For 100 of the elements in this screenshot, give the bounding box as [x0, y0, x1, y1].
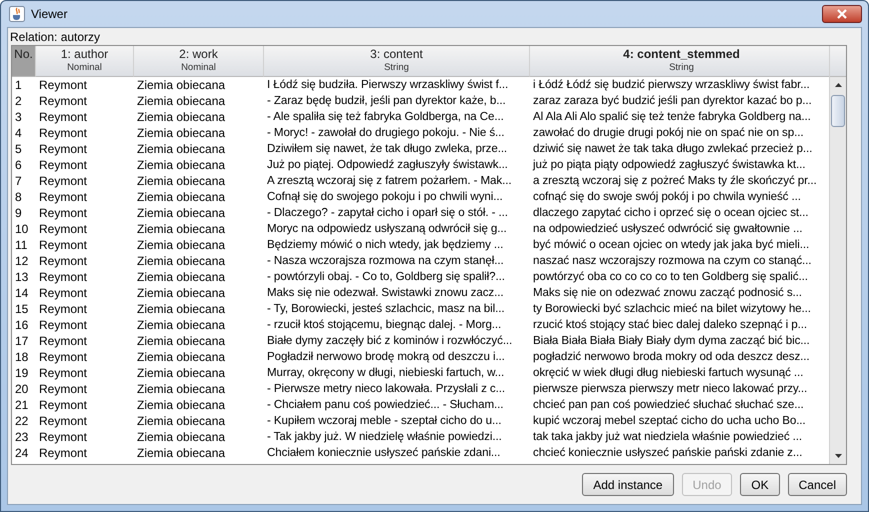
table-cell-text: Reymont: [38, 125, 88, 141]
table-cell-text: Ziemia obiecana: [136, 77, 226, 93]
row-number: 24: [14, 445, 30, 461]
row-number: 2: [14, 93, 23, 109]
table-cell-text: Reymont: [38, 221, 88, 237]
row-number: 21: [14, 397, 30, 413]
down-arrow-icon[interactable]: [834, 454, 842, 458]
row-number: 5: [14, 141, 23, 157]
table-cell-text: - rzucił ktoś stojącemu, biegnąc dalej. - Morg...: [266, 317, 502, 333]
table-cell-text: - Pierwsze metry nieco lakowała. Przysłali z c...: [266, 381, 506, 397]
table-cell-text: Reymont: [38, 93, 88, 109]
table-cell-text: Reymont: [38, 253, 88, 269]
window-title: Viewer: [31, 7, 68, 21]
table-cell-text: Biała Biała Biała Biały Biały dym dyma zacząć bić bic...: [532, 333, 811, 349]
table-cell-text: Ziemia obiecana: [136, 333, 226, 349]
table-cell-text: zaraz zaraza być budzić jeśli pan dyrektor kazać bo p...: [532, 93, 813, 109]
column-header[interactable]: 2: work Nominal: [134, 46, 264, 77]
table-cell-text: Pogładził nerwowo brodę mokrą od deszczu i...: [266, 349, 506, 365]
table-cell-text: na odpowiedzieć usłyszeć odwrócić się gwałtownie ...: [532, 221, 804, 237]
table-cell-text: tak taka jakby już wat niedziela właśnie powiedzieć ...: [532, 429, 804, 445]
table-cell-text: Będziemy mówić o nich wtedy, jak będziemy ...: [266, 237, 504, 253]
table-cell-text: Ziemia obiecana: [136, 253, 226, 269]
table-cell-text: Ziemia obiecana: [136, 445, 226, 461]
table-cell-text: Maks się nie on odezwać znowu zacząć podnosić s...: [532, 285, 803, 301]
table-cell-text: Reymont: [38, 349, 88, 365]
row-number: 20: [14, 381, 30, 397]
row-number: 17: [14, 333, 30, 349]
table-cell-text: cofnąć się do swoje swój pokój i po chwila wynieść ...: [532, 189, 802, 205]
table-cell-text: Maks się nie odezwał. Swistawki znowu zacz...: [266, 285, 504, 301]
table-cell-text: Al Ala Ali Alo spalić się też tenże fabryka Goldberg na...: [532, 109, 812, 125]
table-cell-text: i Łódź Łódź się budzić pierwszy wrzaskliwy świst fabr...: [532, 77, 811, 93]
table-cell-text: Reymont: [38, 381, 88, 397]
table-cell-text: Reymont: [38, 397, 88, 413]
dialog-button[interactable]: Cancel: [788, 473, 847, 496]
table-cell-text: Reymont: [38, 285, 88, 301]
table-cell-text: - Dlaczego? - zapytał cicho i oparł się o stół. - ...: [266, 205, 509, 221]
table-cell-text: Reymont: [38, 157, 88, 173]
table-cell-text: A zresztą wczoraj się z fatrem pożarłem. - Mak...: [266, 173, 512, 189]
column-header[interactable]: 1: author Nominal: [36, 46, 134, 77]
row-number: 13: [14, 269, 30, 285]
row-number: 8: [14, 189, 23, 205]
table-cell-text: Ziemia obiecana: [136, 269, 226, 285]
row-number: 18: [14, 349, 30, 365]
row-number: 16: [14, 317, 30, 333]
close-icon: [836, 9, 848, 19]
row-number: 23: [14, 429, 30, 445]
table-cell-text: I Łódź się budziła. Pierwszy wrzaskliwy świst f...: [266, 77, 510, 93]
up-arrow-icon[interactable]: [834, 83, 842, 87]
table-cell-text: Reymont: [38, 237, 88, 253]
table-cell-text: pogładzić nerwowo broda mokry od oda deszcz desz...: [532, 349, 811, 365]
dialog-button[interactable]: Add instance: [582, 473, 674, 496]
table-cell-text: Reymont: [38, 445, 88, 461]
column-header[interactable]: 3: content String: [264, 46, 530, 77]
relation-label: Relation: autorzy: [9, 30, 102, 45]
table-cell-text: ty Borowiecki być szlachcic mieć na bilet wizytowy he...: [532, 301, 812, 317]
table-cell-text: - Nasza wczorajsza rozmowa na czym stanęł...: [266, 253, 505, 269]
table-cell-text: Ziemia obiecana: [136, 285, 226, 301]
column-header[interactable]: No.: [12, 46, 36, 77]
table-cell-text: dziwić się nawet że tak taka długo zwlekać przecież p...: [532, 141, 814, 157]
table-cell-text: być mówić o ocean ojciec on wtedy jak jaka być mieli...: [532, 237, 810, 253]
scrollbar[interactable]: [829, 46, 846, 464]
table-cell-text: - Kupiłem wczoraj meble - szeptał cicho do u...: [266, 413, 502, 429]
table-cell-text: Ziemia obiecana: [136, 93, 226, 109]
scrollbar-thumb[interactable]: [831, 95, 845, 127]
close-button[interactable]: [822, 5, 862, 23]
table-cell-text: Ziemia obiecana: [136, 237, 226, 253]
dialog-button[interactable]: OK: [740, 473, 780, 496]
table-cell-text: kupić wczoraj mebel szeptać cicho do ucha ucho Bo...: [532, 413, 807, 429]
table-cell-text: Ziemia obiecana: [136, 205, 226, 221]
row-number: 11: [14, 237, 28, 253]
table-cell-text: Już po piątej. Odpowiedź zagłuszyły świstawk...: [266, 157, 509, 173]
table-cell-text: Ziemia obiecana: [136, 125, 226, 141]
row-number: 4: [14, 125, 23, 141]
table-cell-text: Dziwiłem się nawet, że tak długo zwleka, prze...: [266, 141, 508, 157]
table-cell-text: Reymont: [38, 77, 88, 93]
table-cell-text: Ziemia obiecana: [136, 413, 226, 429]
row-number: 3: [14, 109, 23, 125]
table-cell-text: Reymont: [38, 333, 88, 349]
table-cell-text: rzucić ktoś stojący stać biec dalej daleko szepnąć i p...: [532, 317, 808, 333]
table-cell-text: - Ale spaliła się też fabryka Goldberga, na Ce...: [266, 109, 505, 125]
table-cell-text: Ziemia obiecana: [136, 189, 226, 205]
table-cell-text: Cofnął się do swojego pokoju i po chwili wyni...: [266, 189, 504, 205]
row-number: 15: [14, 301, 30, 317]
table-cell-text: Reymont: [38, 173, 88, 189]
table-cell-text: Murray, okręcony w długi, niebieski fartuch, w...: [266, 365, 506, 381]
column-header[interactable]: 4: content_stemmed String: [530, 46, 829, 77]
table-cell-text: pierwsze pierwsza pierwszy metr nieco lakować przy...: [532, 381, 808, 397]
table-cell-text: Reymont: [38, 109, 88, 125]
table-cell-text: Reymont: [38, 301, 88, 317]
table-cell-text: - Ty, Borowiecki, jesteś szlachcic, masz na bil...: [266, 301, 506, 317]
header-corner: [830, 46, 846, 77]
table-cell-text: Ziemia obiecana: [136, 381, 226, 397]
table-cell-text: Reymont: [38, 141, 88, 157]
row-number: 22: [14, 413, 30, 429]
table-cell-text: Reymont: [38, 413, 88, 429]
table-cell-text: Ziemia obiecana: [136, 173, 226, 189]
table-cell-text: Ziemia obiecana: [136, 221, 226, 237]
row-number: 19: [14, 365, 30, 381]
table-cell-text: Reymont: [38, 269, 88, 285]
row-number: 1: [14, 77, 23, 93]
